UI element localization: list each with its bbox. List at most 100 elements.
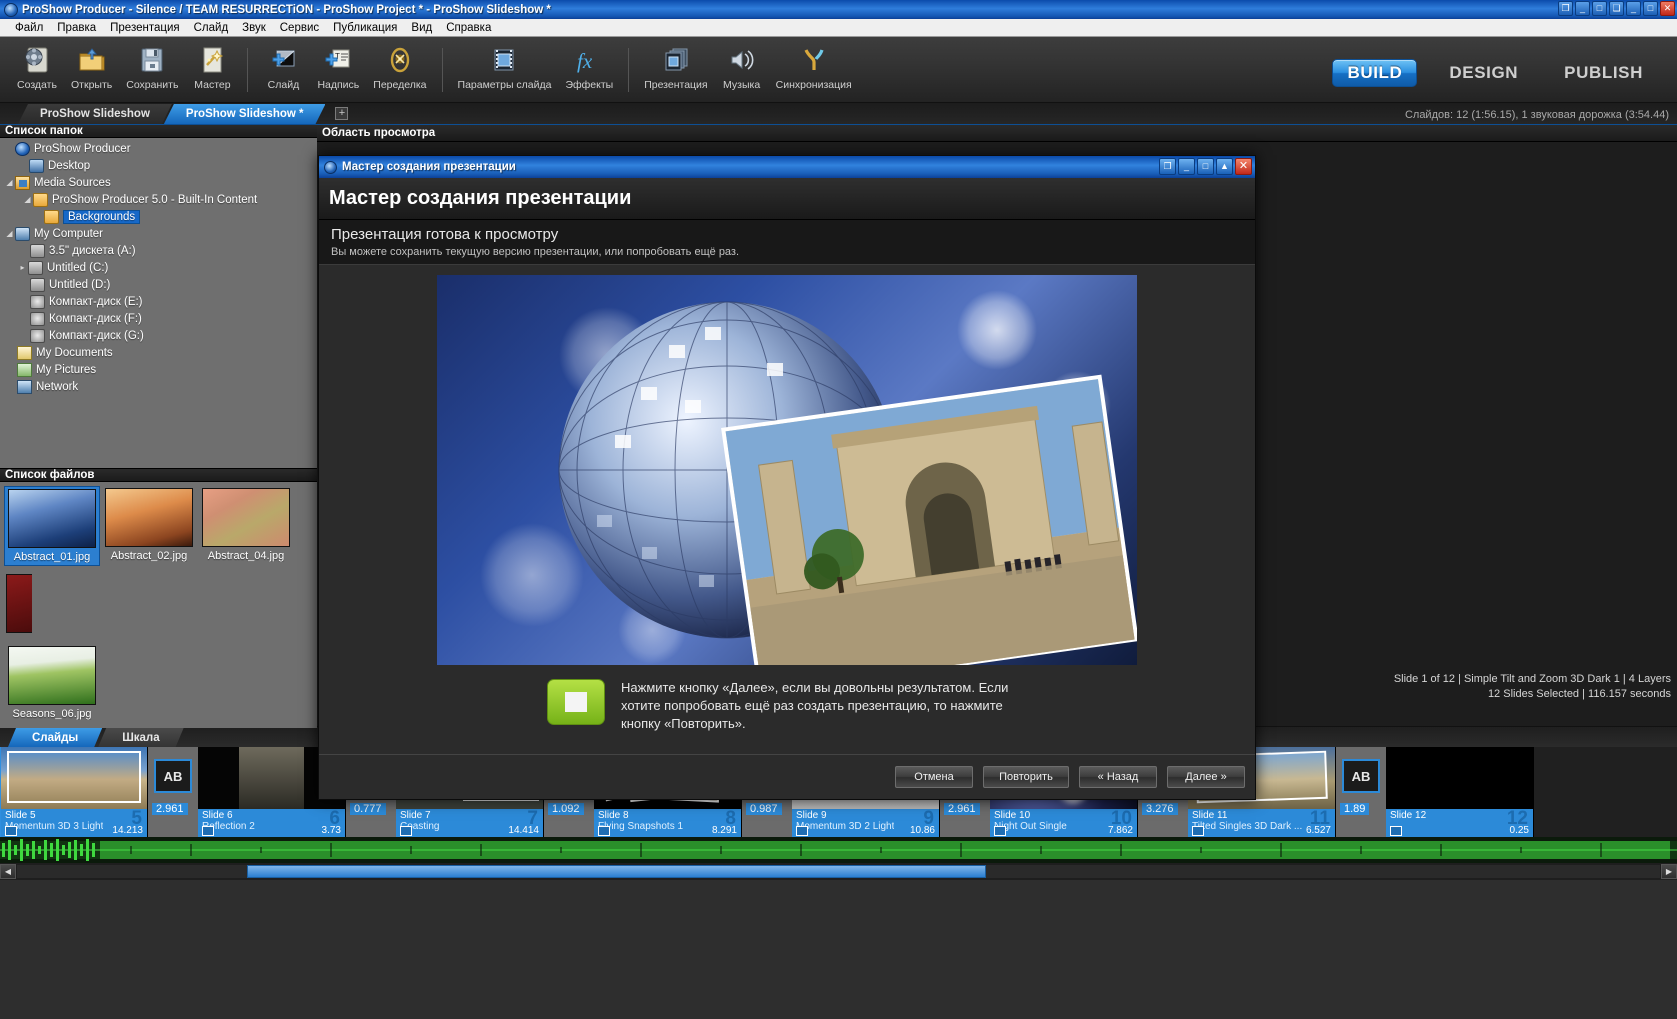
transition-cell[interactable]: AB 1.89 [1336,747,1386,837]
slide-duration[interactable]: 14.213 [112,825,143,836]
tree-item-proshow-producer[interactable]: ProShow Producer [0,140,317,157]
wizard-button[interactable]: Мастер [185,39,239,101]
new-project-button[interactable]: Создать [10,39,64,101]
transition-duration[interactable]: 2.961 [944,803,980,815]
retry-button[interactable]: Повторить [983,766,1069,788]
slide-options-button[interactable]: Параметры слайда [451,39,559,101]
slide-cell[interactable]: Slide 12 12 0.25 [1386,747,1534,837]
menu-item-help[interactable]: Справка [439,21,498,35]
file-list[interactable]: Abstract_01.jpg Abstract_02.jpg Abstract… [0,482,317,728]
play-icon[interactable] [1192,826,1204,836]
tree-item-backgrounds[interactable]: Backgrounds [0,208,317,225]
remix-button[interactable]: Переделка [366,39,433,101]
open-button[interactable]: Открыть [64,39,119,101]
add-tab-button[interactable]: + [335,107,349,120]
slide-duration[interactable]: 6.527 [1306,825,1331,836]
tab-slides[interactable]: Слайды [8,728,102,747]
next-button[interactable]: Далее » [1167,766,1245,788]
transition-duration[interactable]: 1.092 [548,803,584,815]
tab-proshow-slideshow-2[interactable]: ProShow Slideshow * [164,104,326,124]
menu-item-slide[interactable]: Слайд [187,21,236,35]
expander[interactable]: ▸ [17,263,28,272]
menu-item-show[interactable]: Презентация [103,21,186,35]
minimize2-button[interactable]: _ [1626,1,1641,16]
slide-cell[interactable]: Slide 5 Momentum 3D 3 Light 5 14.213 [0,747,148,837]
play-icon[interactable] [400,826,412,836]
transition-cell[interactable]: AB 2.961 [148,747,198,837]
transition-duration[interactable]: 0.987 [746,803,782,815]
minimize-button[interactable]: _ [1178,158,1195,175]
folder-tree[interactable]: ProShow Producer Desktop ◢ Media Sources… [0,138,317,468]
help-button[interactable]: ❐ [1159,158,1176,175]
restore-button[interactable]: ❑ [1609,1,1624,16]
tree-item-cd-e[interactable]: Компакт-диск (E:) [0,293,317,310]
save-button[interactable]: Сохранить [119,39,185,101]
cancel-button[interactable]: Отмена [895,766,973,788]
tree-item-media-sources[interactable]: ◢ Media Sources [0,174,317,191]
add-caption-button[interactable]: T Надпись [310,39,366,101]
tree-item-desktop[interactable]: Desktop [0,157,317,174]
restore-down-button[interactable]: ❐ [1558,1,1573,16]
slide-duration[interactable]: 7.862 [1108,825,1133,836]
rollup-button[interactable]: ▲ [1216,158,1233,175]
play-icon[interactable] [1390,826,1402,836]
wizard-dialog[interactable]: Мастер создания презентации ❐ _ □ ▲ ✕ Ма… [318,155,1256,800]
close-button[interactable]: ✕ [1660,1,1675,16]
tree-item-my-documents[interactable]: My Documents [0,344,317,361]
timeline-horizontal-scrollbar[interactable]: ◀ ▶ [0,863,1677,880]
transition-duration[interactable]: 0.777 [350,803,386,815]
audio-waveform-track[interactable] [0,837,1677,863]
file-item[interactable]: Abstract_02.jpg [101,486,197,566]
transition-duration[interactable]: 3.276 [1142,803,1178,815]
sync-button[interactable]: Синхронизация [769,39,859,101]
mode-publish[interactable]: PUBLISH [1550,60,1657,86]
tree-item-drive-d[interactable]: Untitled (D:) [0,276,317,293]
mode-build[interactable]: BUILD [1332,59,1418,87]
expander[interactable]: ◢ [22,195,33,204]
close-icon[interactable]: ✕ [1235,158,1252,175]
play-icon[interactable] [598,826,610,836]
play-icon[interactable] [994,826,1006,836]
slide-duration[interactable]: 3.73 [322,825,341,836]
dialog-titlebar[interactable]: Мастер создания презентации ❐ _ □ ▲ ✕ [319,156,1255,178]
scroll-left-icon[interactable]: ◀ [0,864,16,879]
menu-item-publish[interactable]: Публикация [326,21,404,35]
minimize-button[interactable]: _ [1575,1,1590,16]
scroll-track[interactable] [17,865,1660,878]
wizard-preview[interactable] [437,275,1137,665]
mode-design[interactable]: DESIGN [1435,60,1532,86]
scroll-thumb[interactable] [247,865,987,878]
tab-timeline[interactable]: Шкала [98,728,183,747]
window-titlebar[interactable]: ProShow Producer - Silence / TEAM RESURR… [0,0,1677,19]
play-icon[interactable] [5,826,17,836]
tree-item-network[interactable]: Network [0,378,317,395]
menu-item-tools[interactable]: Сервис [273,21,326,35]
tree-item-my-pictures[interactable]: My Pictures [0,361,317,378]
expander[interactable]: ◢ [4,229,15,238]
tree-item-drive-c[interactable]: ▸ Untitled (C:) [0,259,317,276]
scroll-right-icon[interactable]: ▶ [1661,864,1677,879]
menu-item-file[interactable]: Файл [8,21,50,35]
file-item[interactable] [4,572,32,638]
slide-duration[interactable]: 8.291 [712,825,737,836]
slide-duration[interactable]: 14.414 [508,825,539,836]
tree-item-floppy-a[interactable]: 3.5" дискета (A:) [0,242,317,259]
maximize2-button[interactable]: □ [1643,1,1658,16]
music-button[interactable]: Музыка [715,39,769,101]
slide-duration[interactable]: 0.25 [1510,825,1529,836]
menu-item-view[interactable]: Вид [404,21,439,35]
menu-item-edit[interactable]: Правка [50,21,103,35]
tree-item-my-computer[interactable]: ◢ My Computer [0,225,317,242]
file-item[interactable]: Abstract_01.jpg [4,486,100,566]
menu-item-audio[interactable]: Звук [235,21,273,35]
tree-item-builtin-content[interactable]: ◢ ProShow Producer 5.0 - Built-In Conten… [0,191,317,208]
back-button[interactable]: « Назад [1079,766,1157,788]
slide-duration[interactable]: 10.86 [910,825,935,836]
play-icon[interactable] [796,826,808,836]
tree-item-cd-g[interactable]: Компакт-диск (G:) [0,327,317,344]
tab-proshow-slideshow-1[interactable]: ProShow Slideshow [18,104,172,124]
file-item[interactable]: Seasons_06.jpg [4,644,100,722]
transition-duration[interactable]: 1.89 [1340,803,1370,815]
show-options-button[interactable]: Презентация [637,39,714,101]
play-icon[interactable] [202,826,214,836]
